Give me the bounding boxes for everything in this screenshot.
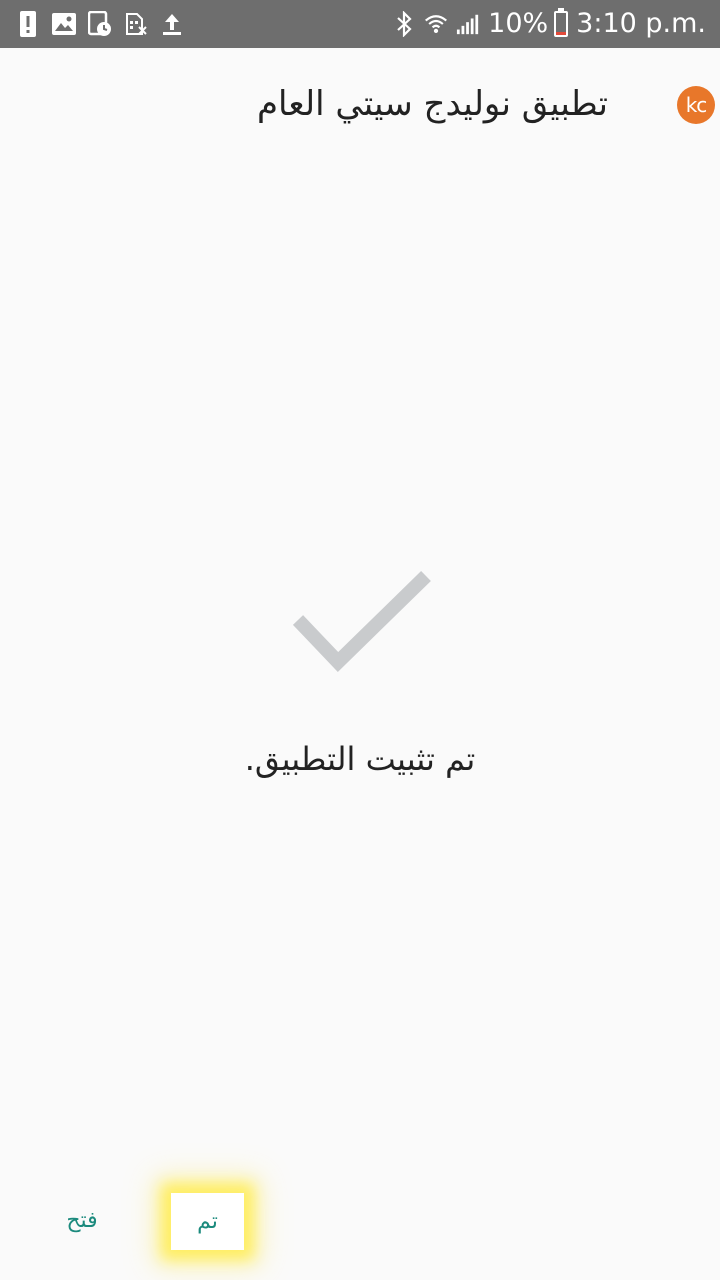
clock-sheet-icon — [88, 10, 112, 38]
app-title: تطبيق نوليدج سيتي العام — [256, 84, 608, 124]
sim-off-icon — [124, 10, 148, 38]
battery-icon — [554, 8, 569, 37]
battery-percent: 10% — [488, 8, 549, 39]
bluetooth-icon — [392, 10, 416, 38]
signal-icon — [456, 10, 480, 38]
notification-icons — [0, 0, 184, 48]
alert-icon — [16, 10, 40, 38]
image-icon — [52, 10, 76, 38]
app-logo: kc — [677, 86, 715, 124]
done-button[interactable]: تم — [171, 1193, 244, 1250]
status-bar: 10% 3:10 p.m. — [0, 0, 720, 48]
clock-time: 3:10 p.m. — [576, 8, 706, 39]
install-success-message: تم تثبيت التطبيق. — [244, 740, 476, 778]
open-button[interactable]: فتح — [40, 1192, 124, 1248]
wifi-icon — [424, 10, 448, 38]
install-complete-screen: 10% 3:10 p.m. تطبيق نوليدج سيتي العام kc… — [0, 0, 720, 1280]
system-icons: 10% 3:10 p.m. — [392, 0, 720, 48]
upload-icon — [160, 10, 184, 38]
checkmark-icon — [292, 570, 431, 672]
